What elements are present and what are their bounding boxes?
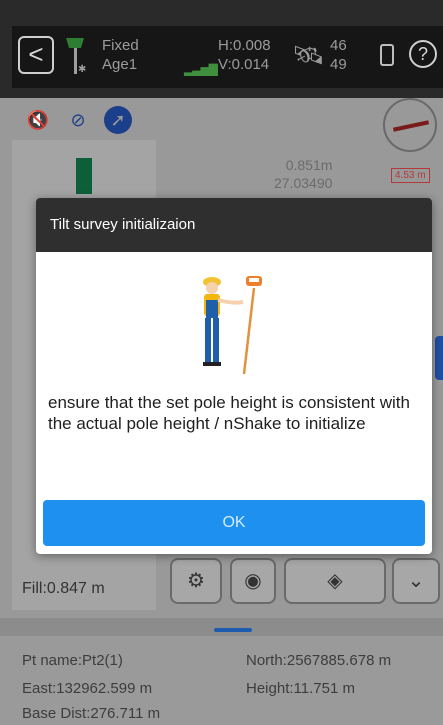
- distance-readout: 0.851m 27.03490: [274, 156, 332, 192]
- double-chevron-down-icon: ⌄: [407, 570, 425, 592]
- expand-button[interactable]: ⌄: [392, 558, 440, 604]
- sats-visible: 49: [330, 56, 347, 73]
- layers-button[interactable]: ◈: [284, 558, 386, 604]
- mute-icon[interactable]: 🔇: [24, 106, 52, 134]
- app-screen: < ✱ Fixed Age1 ▂▃▅▇ H:0.008 V:0.014 🛰 46…: [0, 0, 443, 725]
- tilt-init-dialog: Tilt survey initializaion ensure that th…: [36, 198, 432, 554]
- dialog-title: Tilt survey initializaion: [36, 198, 432, 252]
- sats-tracked: 46: [330, 37, 347, 54]
- satellite-icon: 🛰: [292, 40, 326, 70]
- fix-label: Fixed: [102, 37, 139, 54]
- point-height: Height:11.751 m: [246, 680, 355, 697]
- distance-label-2: 27.03490: [274, 175, 333, 191]
- hide-icon[interactable]: ⊘: [64, 106, 92, 134]
- h-precision: H:0.008: [218, 37, 271, 54]
- settings-button[interactable]: ⚙: [170, 558, 222, 604]
- surveyor-illustration: [203, 276, 262, 375]
- svg-text:✱: ✱: [78, 64, 86, 75]
- point-base-dist: Base Dist:276.711 m: [22, 705, 161, 722]
- fill-readout: Fill:0.847 m: [22, 580, 105, 597]
- age-label: Age1: [102, 56, 138, 73]
- layers-icon: ◈: [327, 570, 343, 592]
- tilt-level-bar: [76, 158, 92, 194]
- point-name: Pt name:Pt2(1): [22, 652, 123, 669]
- camera-icon: ◉: [244, 570, 262, 592]
- camera-button[interactable]: ◉: [230, 558, 276, 604]
- compass-button-icon[interactable]: ➚: [104, 106, 132, 134]
- point-north: North:2567885.678 m: [246, 652, 392, 669]
- fix-status: Fixed Age1: [102, 36, 139, 74]
- gnss-receiver-icon: ✱: [66, 38, 86, 75]
- dialog-message: ensure that the set pole height is consi…: [48, 393, 410, 433]
- signal-bars-icon: ▂▃▅▇: [184, 62, 218, 76]
- compass-offset: 4.53 m: [391, 168, 430, 183]
- gear-icon: ⚙: [187, 570, 205, 592]
- precision-readout: H:0.008 V:0.014: [218, 36, 271, 74]
- ok-button[interactable]: OK: [43, 500, 425, 546]
- help-button[interactable]: ?: [409, 40, 437, 68]
- back-button[interactable]: <: [18, 36, 54, 74]
- battery-icon: [380, 44, 394, 66]
- v-precision: V:0.014: [218, 56, 270, 73]
- satellite-count: 46 49: [330, 36, 347, 74]
- page-indicator: [214, 628, 252, 632]
- map-toolbar: 🔇 ⊘ ➚: [24, 106, 144, 134]
- distance-label: 0.851m: [285, 157, 333, 173]
- compass-icon: [383, 98, 437, 152]
- status-bar: < ✱ Fixed Age1 ▂▃▅▇ H:0.008 V:0.014 🛰 46…: [0, 0, 443, 110]
- side-handle[interactable]: [435, 336, 443, 380]
- point-east: East:132962.599 m: [22, 680, 153, 697]
